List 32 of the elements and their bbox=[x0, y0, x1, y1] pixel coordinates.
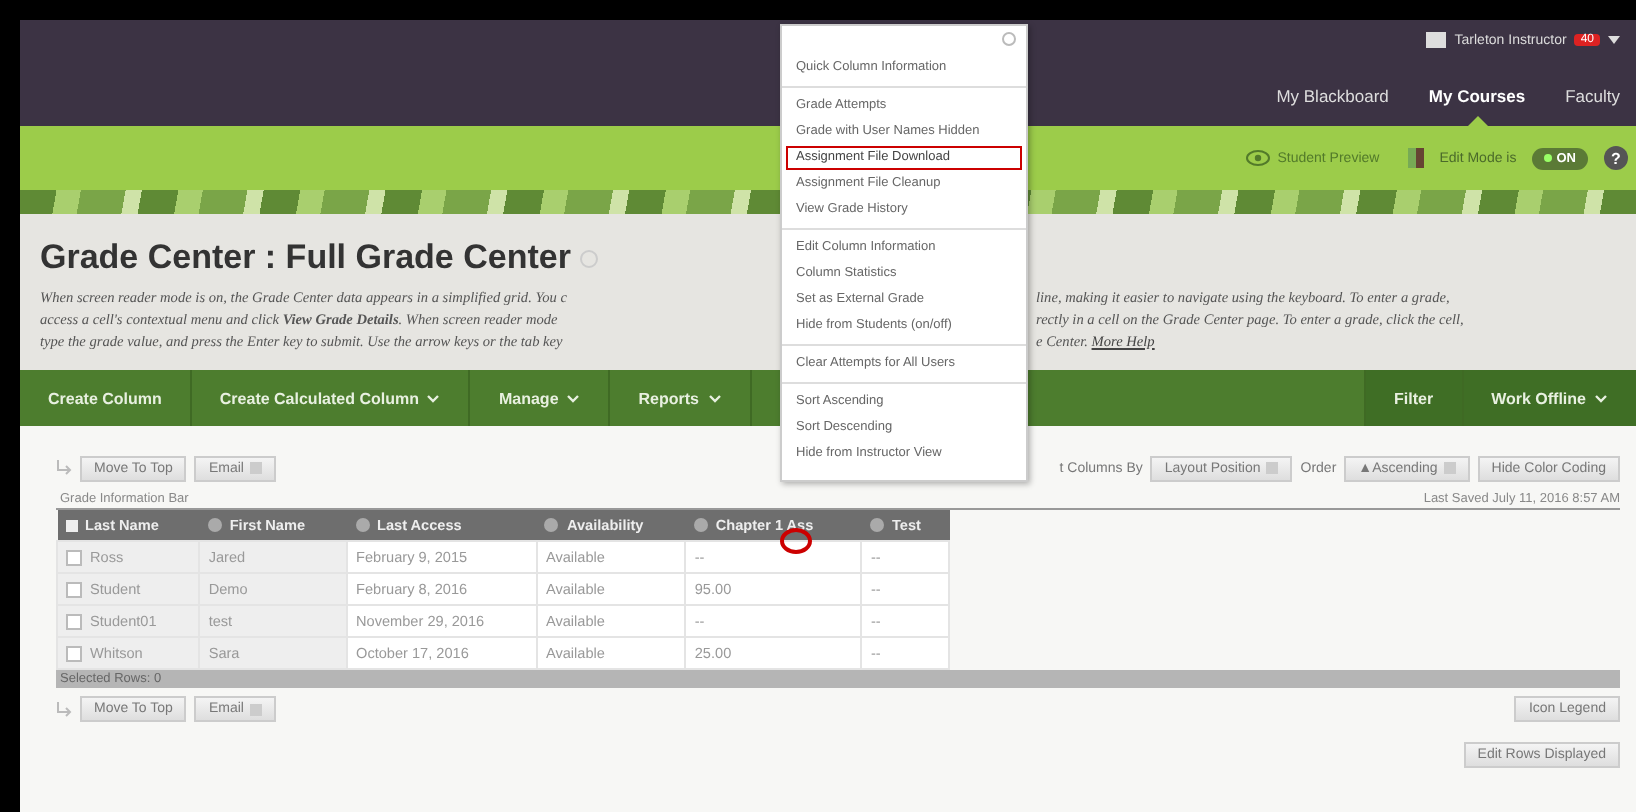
dropdown-icon bbox=[1266, 462, 1279, 474]
dropdown-icon bbox=[249, 462, 262, 474]
arrow-icon bbox=[56, 701, 72, 717]
toolbar-button[interactable]: Reports bbox=[610, 370, 752, 426]
nav-tab[interactable]: My Blackboard bbox=[1276, 78, 1389, 114]
row-checkbox[interactable] bbox=[66, 581, 82, 597]
options-icon[interactable] bbox=[580, 249, 599, 267]
row-checkbox[interactable] bbox=[66, 645, 82, 661]
column-menu-icon[interactable] bbox=[869, 518, 884, 532]
toolbar-button[interactable]: Filter bbox=[1364, 370, 1462, 426]
select-all-checkbox[interactable] bbox=[65, 519, 77, 531]
book-icon[interactable] bbox=[1407, 148, 1424, 168]
column-menu-icon[interactable] bbox=[693, 518, 708, 532]
toolbar-button[interactable]: Manage bbox=[470, 370, 611, 426]
toolbar-button[interactable]: Create Column bbox=[20, 370, 192, 426]
page-title: Grade Center : Full Grade Center bbox=[40, 238, 571, 278]
toolbar-button[interactable]: Work Offline bbox=[1461, 370, 1636, 426]
column-menu-icon[interactable] bbox=[207, 518, 222, 532]
arrow-icon bbox=[56, 460, 72, 476]
dropdown-icon[interactable] bbox=[1608, 36, 1620, 44]
toolbar-button[interactable]: Create Calculated Column bbox=[191, 370, 471, 426]
eye-icon bbox=[1245, 150, 1270, 166]
dropdown-icon bbox=[249, 703, 262, 715]
row-checkbox[interactable] bbox=[66, 613, 82, 629]
dropdown-icon bbox=[1443, 462, 1456, 474]
nav-tab[interactable]: Faculty bbox=[1565, 78, 1620, 114]
row-checkbox[interactable] bbox=[66, 549, 82, 565]
column-menu-icon[interactable] bbox=[355, 518, 370, 532]
circle-annotation bbox=[780, 528, 812, 554]
avatar-icon bbox=[1426, 32, 1447, 48]
column-menu-icon[interactable] bbox=[544, 518, 559, 532]
help-button[interactable]: ? bbox=[1604, 146, 1628, 170]
